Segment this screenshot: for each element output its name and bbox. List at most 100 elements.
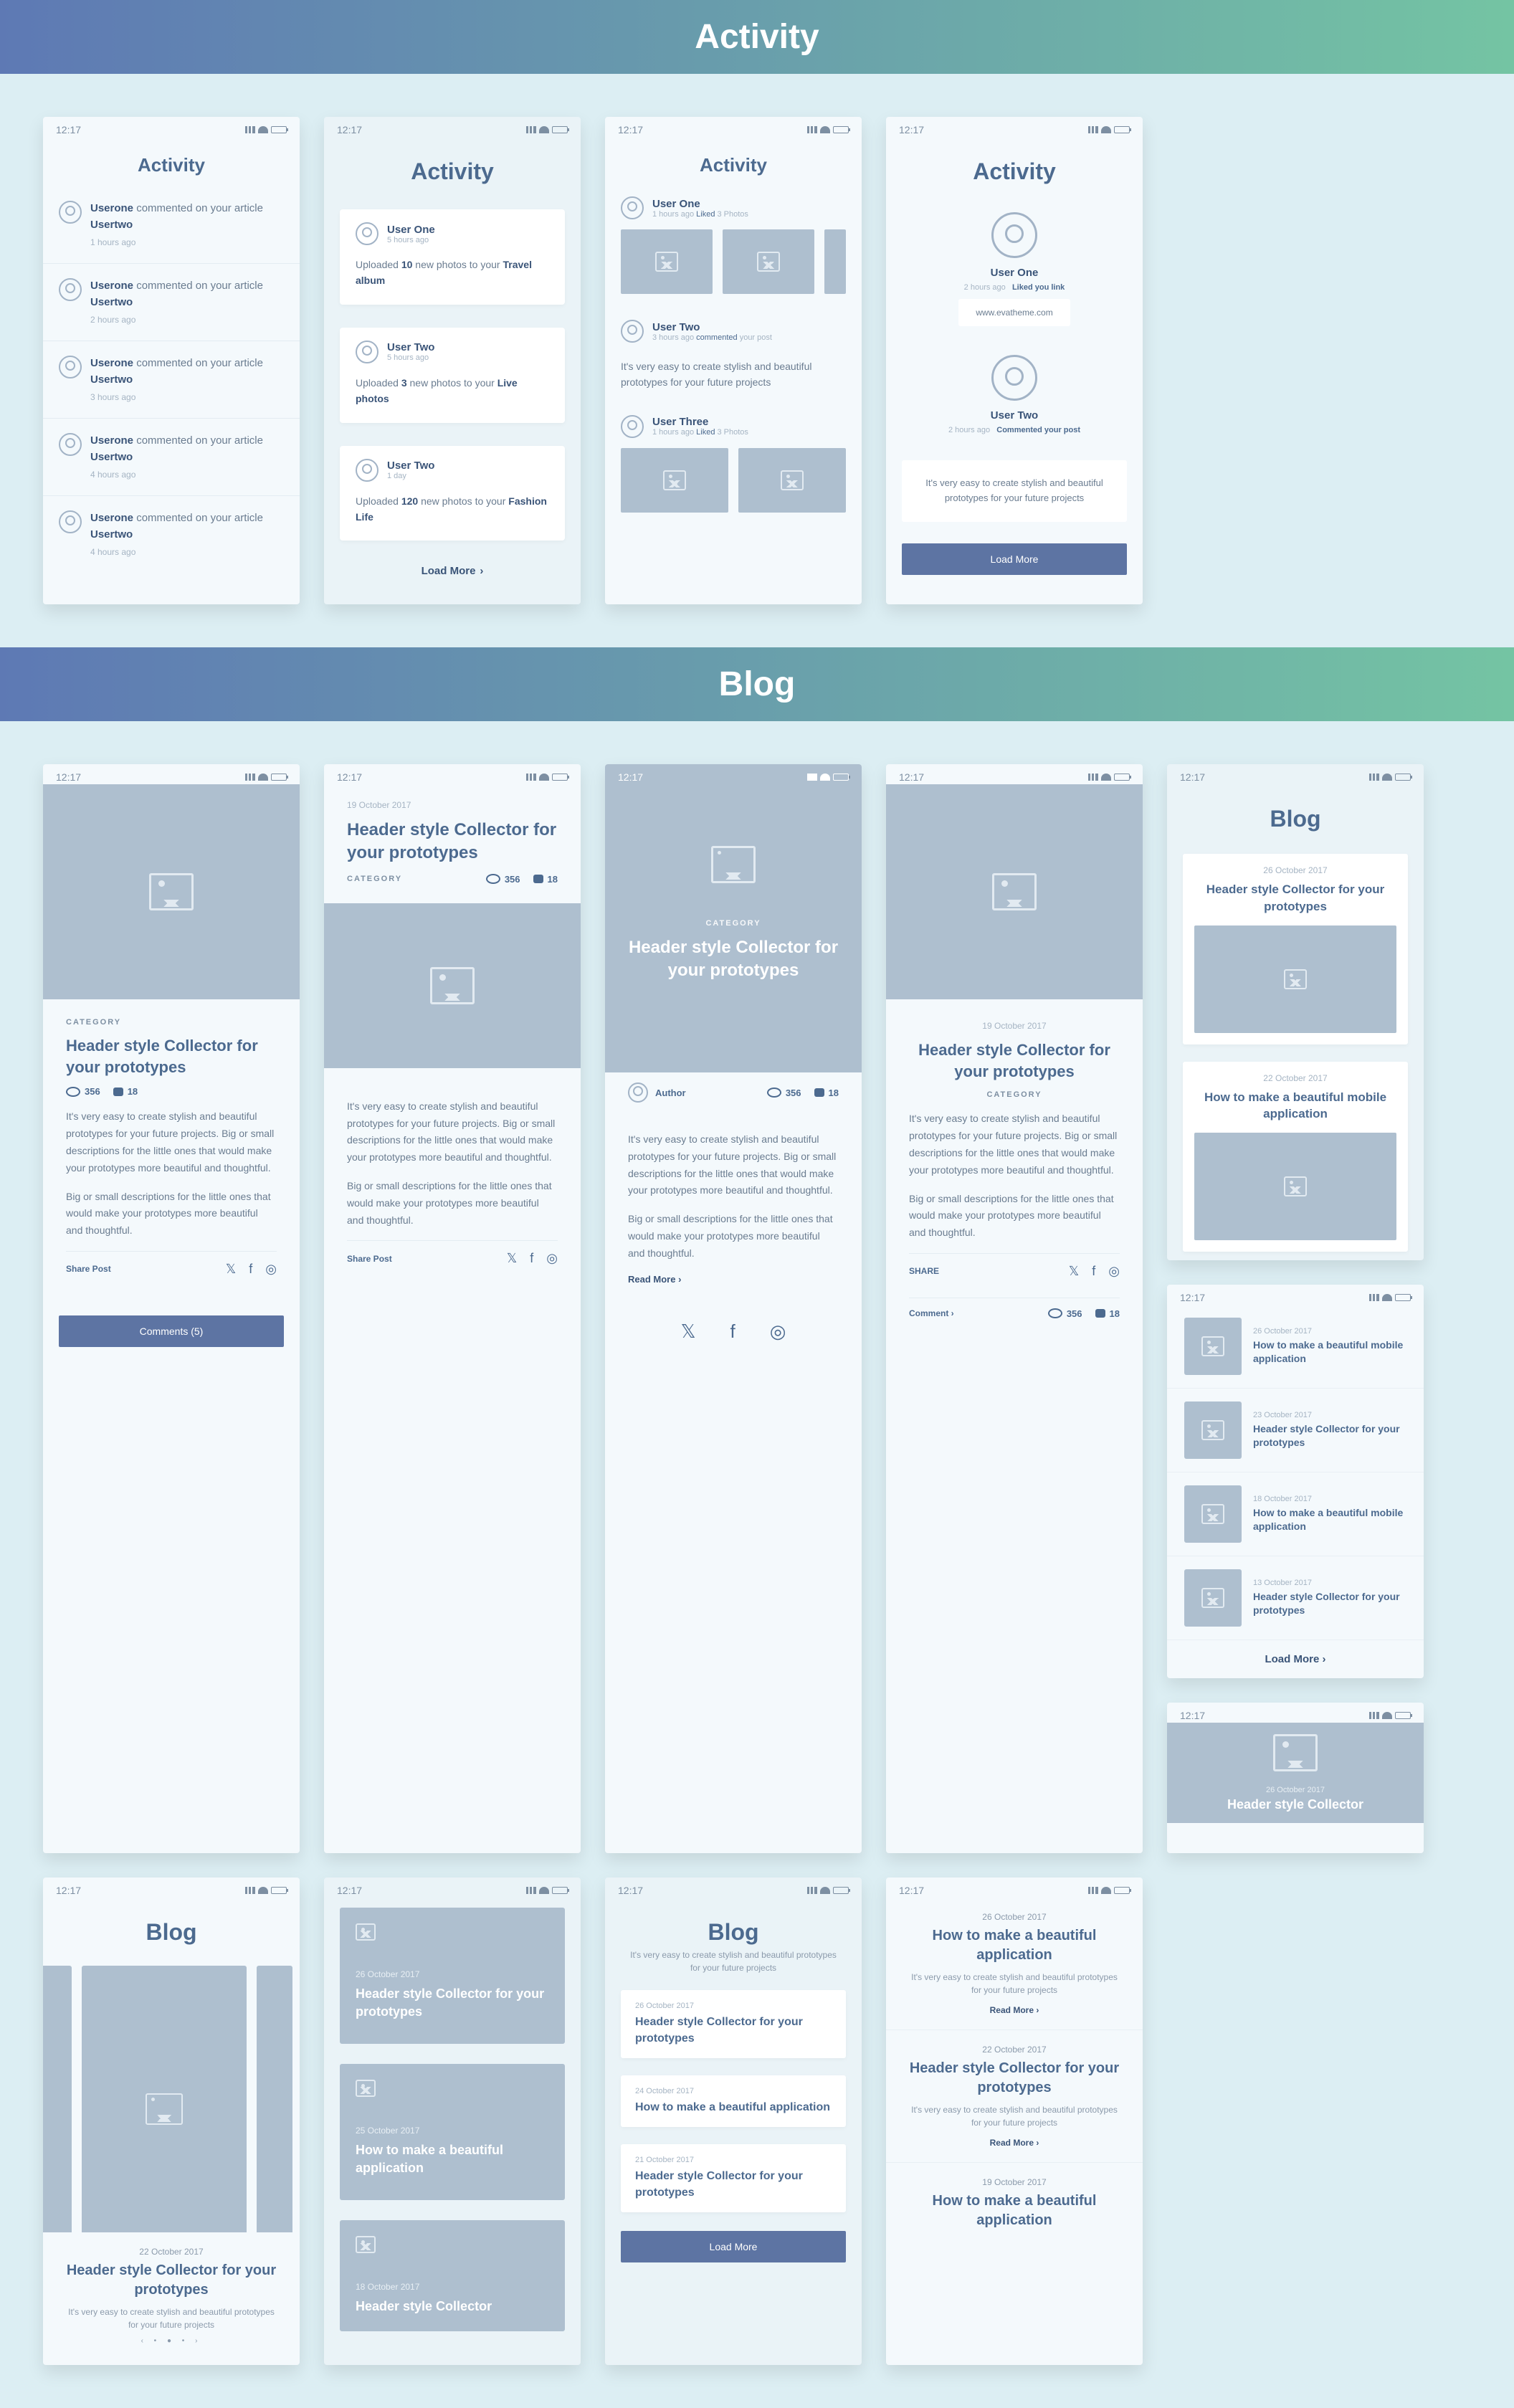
post-title: Header style Collector for your prototyp… (63, 2261, 280, 2300)
comments-button[interactable]: Comments (5) (59, 1315, 284, 1347)
blog-list-item[interactable]: 23 October 2017Header style Collector fo… (1167, 1389, 1424, 1472)
image-icon (149, 873, 194, 910)
post-date: 26 October 2017 (1266, 1786, 1325, 1794)
blog-card[interactable]: 25 October 2017How to make a beautiful a… (340, 2064, 565, 2200)
twitter-icon[interactable]: 𝕏 (226, 1262, 237, 1277)
section-header-blog: Blog (0, 647, 1514, 721)
activity-card[interactable]: User Two1 dayUploaded 120 new photos to … (340, 446, 565, 541)
image-icon (781, 470, 804, 490)
instagram-icon[interactable]: ◎ (546, 1251, 558, 1266)
read-more-link[interactable]: Read More › (906, 2005, 1123, 2015)
screen-activity-2: 12:17 Activity User One5 hours agoUpload… (324, 117, 581, 604)
blog-grid: 12:17 CATEGORY Header style Collector fo… (0, 721, 1514, 2408)
blog-list-item[interactable]: 18 October 2017How to make a beautiful m… (1167, 1472, 1424, 1556)
status-time: 12:17 (899, 124, 924, 135)
screen-blog-10: 12:17 26 October 2017How to make a beaut… (1167, 1285, 1424, 1678)
author-name: Author (655, 1088, 686, 1098)
read-more-link[interactable]: Read More › (628, 1274, 839, 1285)
comment-link[interactable]: Comment › (909, 1308, 954, 1318)
image-icon (1201, 1336, 1224, 1356)
status-icons (807, 126, 849, 133)
instagram-icon[interactable]: ◎ (1108, 1264, 1120, 1279)
activity-card[interactable]: User One5 hours agoUploaded 10 new photo… (340, 209, 565, 305)
load-more-button[interactable]: Load More› (324, 552, 581, 590)
image-icon (356, 1923, 376, 1941)
image-icon (1284, 969, 1307, 989)
blog-item[interactable]: 21 October 2017Header style Collector fo… (621, 2144, 846, 2212)
photo-thumb[interactable] (738, 448, 846, 513)
blog-item[interactable]: 24 October 2017How to make a beautiful a… (621, 2075, 846, 2127)
screen-blog-3: 12:17 CATEGORY Header style Collector fo… (605, 764, 862, 1853)
body-text: Big or small descriptions for the little… (909, 1191, 1120, 1242)
image-icon (1273, 1734, 1318, 1771)
image-icon (711, 846, 756, 883)
blog-item[interactable]: 19 October 2017How to make a beautiful a… (886, 2163, 1143, 2250)
comments-count: 18 (533, 874, 558, 885)
blog-item[interactable]: 26 October 2017Header style Collector fo… (621, 1990, 846, 2058)
blog-card[interactable]: 26 October 2017Header style Collector fo… (340, 1908, 565, 2044)
screen-blog-9: 12:17 26 October 2017How to make a beaut… (886, 1878, 1143, 2365)
avatar-icon (59, 356, 82, 379)
status-icons (245, 126, 287, 133)
screen-blog-11: 12:17 26 October 2017 Header style Colle… (1167, 1703, 1424, 1853)
avatar-icon (59, 510, 82, 533)
facebook-icon[interactable]: f (249, 1262, 252, 1277)
blog-list-item[interactable]: 26 October 2017How to make a beautiful m… (1167, 1305, 1424, 1389)
share-label: Share Post (66, 1264, 111, 1274)
load-more-button[interactable]: Load More (621, 2231, 846, 2262)
twitter-icon[interactable]: 𝕏 (681, 1320, 696, 1343)
screen-activity-1: 12:17 Activity Userone commented on your… (43, 117, 300, 604)
load-more-button[interactable]: Load More › (1167, 1640, 1424, 1678)
page-title: Activity (43, 137, 300, 186)
link-pill[interactable]: www.evatheme.com (958, 299, 1070, 326)
carousel-dots[interactable]: ‹ • ● • › (63, 2331, 280, 2351)
instagram-icon[interactable]: ◎ (770, 1320, 786, 1343)
image-icon (757, 252, 780, 272)
activity-card[interactable]: User Two5 hours agoUploaded 3 new photos… (340, 328, 565, 423)
status-time: 12:17 (337, 771, 362, 783)
facebook-icon[interactable]: f (1092, 1264, 1095, 1279)
activity-row[interactable]: Userone commented on your article Usertw… (43, 186, 300, 264)
screen-blog-8: 12:17 Blog It's very easy to create styl… (605, 1878, 862, 2365)
screen-blog-1: 12:17 CATEGORY Header style Collector fo… (43, 764, 300, 1853)
screen-blog-6: 12:17 Blog 22 October 2017 Header style … (43, 1878, 300, 2365)
photo-thumb[interactable] (621, 448, 728, 513)
image-icon (1201, 1504, 1224, 1524)
instagram-icon[interactable]: ◎ (265, 1262, 277, 1277)
quote-card: It's very easy to create stylish and bea… (902, 460, 1127, 522)
activity-row[interactable]: Userone commented on your article Usertw… (43, 341, 300, 419)
twitter-icon[interactable]: 𝕏 (1069, 1264, 1080, 1279)
section-header-activity: Activity (0, 0, 1514, 74)
activity-row[interactable]: Userone commented on your article Usertw… (43, 419, 300, 496)
blog-list-item[interactable]: 13 October 2017Header style Collector fo… (1167, 1556, 1424, 1640)
status-time: 12:17 (899, 771, 924, 783)
status-time: 12:17 (1180, 1292, 1205, 1303)
blog-tile[interactable]: 22 October 2017How to make a beautiful m… (1183, 1062, 1408, 1252)
status-icons (807, 1887, 849, 1894)
page-title: Activity (886, 137, 1143, 198)
facebook-icon[interactable]: f (530, 1251, 533, 1266)
activity-row[interactable]: Userone commented on your article Usertw… (43, 496, 300, 573)
post-date: 19 October 2017 (909, 1021, 1120, 1031)
screen-blog-7: 12:17 26 October 2017Header style Collec… (324, 1878, 581, 2365)
twitter-icon[interactable]: 𝕏 (507, 1251, 518, 1266)
read-more-link[interactable]: Read More › (906, 2138, 1123, 2148)
avatar-icon (59, 201, 82, 224)
blog-card[interactable]: 18 October 2017Header style Collector (340, 2220, 565, 2331)
blog-item[interactable]: 26 October 2017How to make a beautiful a… (886, 1898, 1143, 2030)
photo-thumb[interactable] (824, 229, 846, 294)
photo-thumb[interactable] (621, 229, 713, 294)
photo-thumb[interactable] (723, 229, 814, 294)
page-title: Blog (605, 1898, 862, 1948)
load-more-button[interactable]: Load More (902, 543, 1127, 575)
activity-row[interactable]: Userone commented on your article Usertw… (43, 264, 300, 341)
status-time: 12:17 (899, 1885, 924, 1896)
status-icons (1369, 1712, 1411, 1719)
carousel[interactable] (43, 1959, 300, 2232)
status-icons (1088, 126, 1130, 133)
blog-tile[interactable]: 26 October 2017Header style Collector fo… (1183, 854, 1408, 1044)
blog-item[interactable]: 22 October 2017Header style Collector fo… (886, 2030, 1143, 2163)
status-icons (1088, 1887, 1130, 1894)
body-text: It's very easy to create stylish and bea… (909, 1110, 1120, 1179)
facebook-icon[interactable]: f (730, 1320, 735, 1343)
